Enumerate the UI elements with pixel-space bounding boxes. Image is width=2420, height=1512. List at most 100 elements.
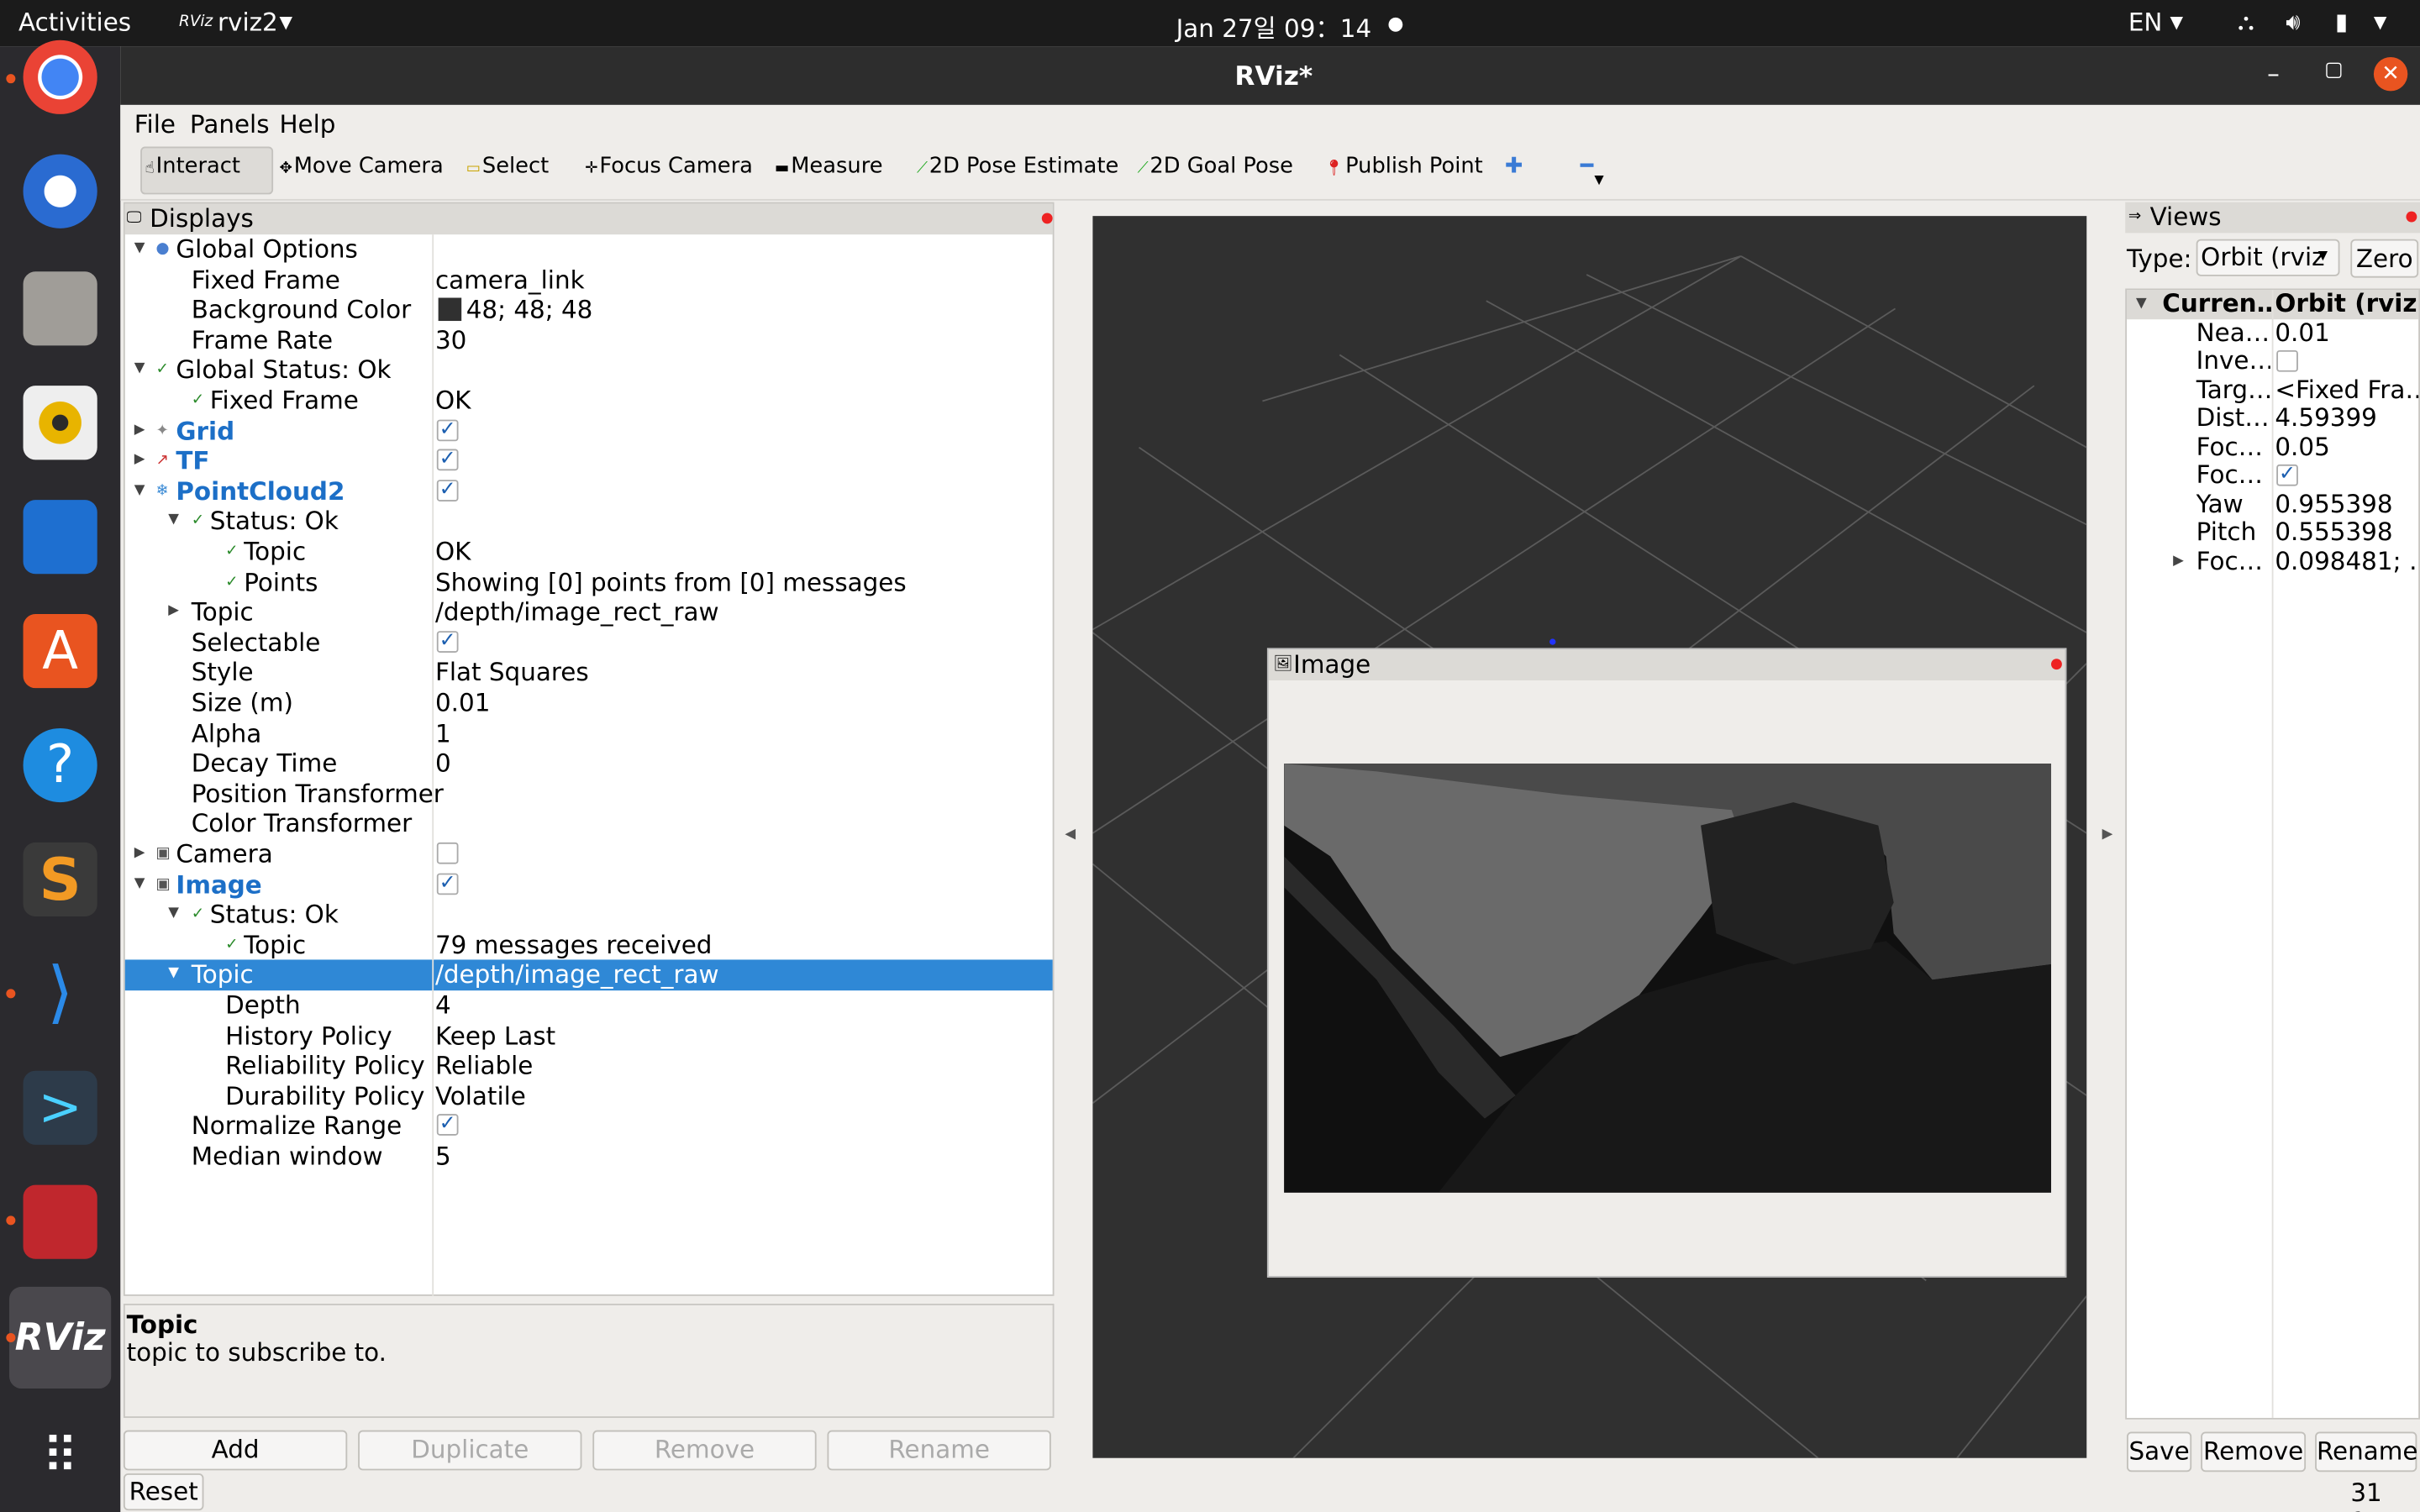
app-menu[interactable]: rviz2: [218, 8, 278, 37]
window-titlebar[interactable]: RViz* – ▢ ✕: [120, 46, 2420, 105]
close-icon[interactable]: [1041, 213, 1053, 224]
files-icon[interactable]: [23, 271, 97, 346]
enable-checkbox[interactable]: ✓: [436, 1114, 459, 1137]
chevron-down-icon[interactable]: ▼: [1594, 173, 1603, 187]
enable-checkbox[interactable]: ✓: [436, 449, 459, 471]
battery-icon[interactable]: ▮: [2335, 8, 2348, 35]
chevron-down-icon[interactable]: ▼: [2318, 249, 2328, 263]
close-icon[interactable]: [2051, 659, 2062, 670]
chrome-icon[interactable]: [23, 39, 97, 114]
rename-view-button[interactable]: Rename: [2315, 1431, 2417, 1473]
minimize-icon[interactable]: –: [2267, 59, 2280, 88]
maximize-icon[interactable]: ▢: [2324, 59, 2344, 82]
display-property-value[interactable]: Reliable: [435, 1051, 533, 1081]
display-property-value[interactable]: Keep Last: [435, 1021, 555, 1051]
measure-tool[interactable]: ▬ Measure: [775, 155, 882, 179]
chevron-down-icon[interactable]: ▼: [2136, 290, 2147, 318]
show-apps-icon[interactable]: ⠿: [24, 1420, 97, 1494]
chevron-down-icon[interactable]: ▼: [134, 234, 145, 265]
display-tree-row[interactable]: ▼ ✓ Status: Ok: [125, 900, 1053, 930]
display-tree-row[interactable]: Color Transformer: [125, 809, 1053, 839]
collapse-left-icon[interactable]: ◀: [1065, 827, 1076, 842]
reset-button[interactable]: Reset: [123, 1473, 204, 1511]
display-tree-row[interactable]: Durability Policy Volatile: [125, 1081, 1053, 1111]
chevron-right-icon[interactable]: ▶: [2173, 547, 2184, 575]
language-indicator[interactable]: EN: [2128, 8, 2163, 37]
display-tree-row[interactable]: Reliability Policy Reliable: [125, 1051, 1053, 1081]
display-tree-row[interactable]: ▼ Topic/depth/image_rect_raw: [124, 960, 1053, 991]
display-tree-row[interactable]: ✓ Topic 79 messages received: [125, 930, 1053, 960]
display-property-value[interactable]: Showing [0] points from [0] messages: [435, 567, 907, 597]
remove-button[interactable]: Remove: [592, 1430, 817, 1471]
view-property-value[interactable]: 0.05: [2275, 433, 2418, 461]
pose-estimate-tool[interactable]: ⟋ 2D Pose Estimate: [917, 155, 1118, 179]
close-icon[interactable]: [2406, 211, 2417, 223]
chevron-down-icon[interactable]: ▼: [134, 355, 145, 386]
display-tree-row[interactable]: History Policy Keep Last: [125, 1021, 1053, 1051]
software-center-icon[interactable]: A: [23, 614, 97, 689]
display-tree-row[interactable]: Decay Time 0: [125, 748, 1053, 779]
display-tree-row[interactable]: Background Color 48; 48; 48: [125, 295, 1053, 325]
chevron-down-icon[interactable]: ▼: [134, 869, 145, 900]
display-tree-row[interactable]: ✓ Points Showing [0] points from [0] messa…: [125, 567, 1053, 597]
enable-checkbox[interactable]: ✓: [436, 418, 459, 441]
display-property-value[interactable]: /depth/image_rect_raw: [435, 960, 719, 990]
display-property-value[interactable]: 0: [435, 748, 451, 779]
display-property-value[interactable]: 4: [435, 990, 451, 1021]
display-tree-row[interactable]: ▼ ▣ Image ✓: [125, 869, 1053, 900]
add-tool-icon[interactable]: ✚: [1505, 155, 1523, 179]
chevron-down-icon[interactable]: ▼: [168, 900, 179, 930]
view-property-value[interactable]: 0.555398: [2275, 518, 2418, 547]
close-icon[interactable]: ✕: [2373, 56, 2408, 92]
enable-checkbox[interactable]: [436, 842, 459, 864]
display-property-value[interactable]: 5: [435, 1142, 451, 1172]
display-tree-row[interactable]: ▶ ✦ Grid ✓: [125, 416, 1053, 446]
enable-checkbox[interactable]: ✓: [436, 479, 459, 501]
menu-panels[interactable]: Panels: [190, 109, 270, 139]
zero-button[interactable]: Zero: [2350, 239, 2419, 278]
menu-file[interactable]: File: [134, 109, 176, 139]
sublime-text-icon[interactable]: S: [23, 842, 97, 917]
display-property-value[interactable]: camera_link: [435, 265, 585, 295]
display-tree-row[interactable]: ▼ ✓ Status: Ok: [125, 507, 1053, 537]
enable-checkbox[interactable]: ✓: [436, 630, 459, 653]
activities-button[interactable]: Activities: [18, 8, 131, 37]
libreoffice-writer-icon[interactable]: [23, 500, 97, 575]
rename-button[interactable]: Rename: [827, 1430, 1051, 1471]
view-checkbox[interactable]: ✓: [2276, 464, 2298, 486]
rviz-dock-icon[interactable]: RViz: [9, 1286, 112, 1389]
display-tree-row[interactable]: Median window 5: [125, 1142, 1053, 1172]
chevron-right-icon[interactable]: ▶: [134, 839, 145, 869]
thunderbird-icon[interactable]: [23, 154, 97, 228]
chevron-down-icon[interactable]: ▼: [168, 507, 179, 537]
display-property-value[interactable]: Volatile: [435, 1081, 526, 1111]
remove-view-button[interactable]: Remove: [2201, 1431, 2307, 1473]
display-property-value[interactable]: OK: [435, 537, 471, 567]
display-property-value[interactable]: 48; 48; 48: [466, 295, 593, 325]
enable-checkbox[interactable]: ✓: [436, 872, 459, 895]
display-tree-row[interactable]: ✓ Fixed Frame OK: [125, 386, 1053, 416]
display-tree-row[interactable]: ▼ ❄ PointCloud2 ✓: [125, 476, 1053, 507]
color-swatch[interactable]: [438, 297, 462, 322]
display-property-value[interactable]: 0.01: [435, 688, 490, 718]
display-tree-row[interactable]: ▶ Topic/depth/image_rect_raw: [125, 597, 1053, 627]
display-property-value[interactable]: Flat Squares: [435, 658, 589, 688]
menu-help[interactable]: Help: [279, 109, 335, 139]
goal-pose-tool[interactable]: ⟋ 2D Goal Pose: [1138, 155, 1293, 179]
display-tree-row[interactable]: ▶ ↗ TF ✓: [125, 446, 1053, 476]
display-property-value[interactable]: /depth/image_rect_raw: [435, 597, 719, 627]
chevron-right-icon[interactable]: ▶: [168, 597, 179, 627]
display-property-value[interactable]: OK: [435, 386, 471, 416]
move-camera-tool[interactable]: ✥ Move Camera: [279, 155, 443, 179]
display-tree-row[interactable]: Position Transformer: [125, 779, 1053, 809]
view-property-value[interactable]: 0.01: [2275, 318, 2418, 347]
focus-camera-tool[interactable]: ✛ Focus Camera: [585, 155, 753, 179]
view-property-value[interactable]: <Fixed Fra…: [2275, 375, 2418, 404]
network-icon[interactable]: ⛬: [2238, 8, 2254, 35]
select-tool[interactable]: ▭ Select: [466, 155, 550, 179]
display-tree-row[interactable]: ▼ ✓ Global Status: Ok: [125, 355, 1053, 386]
remove-tool-icon[interactable]: ━: [1581, 155, 1593, 179]
display-property-value[interactable]: 30: [435, 325, 466, 355]
display-tree-row[interactable]: Style Flat Squares: [125, 658, 1053, 688]
display-tree-row[interactable]: Depth 4: [125, 990, 1053, 1021]
